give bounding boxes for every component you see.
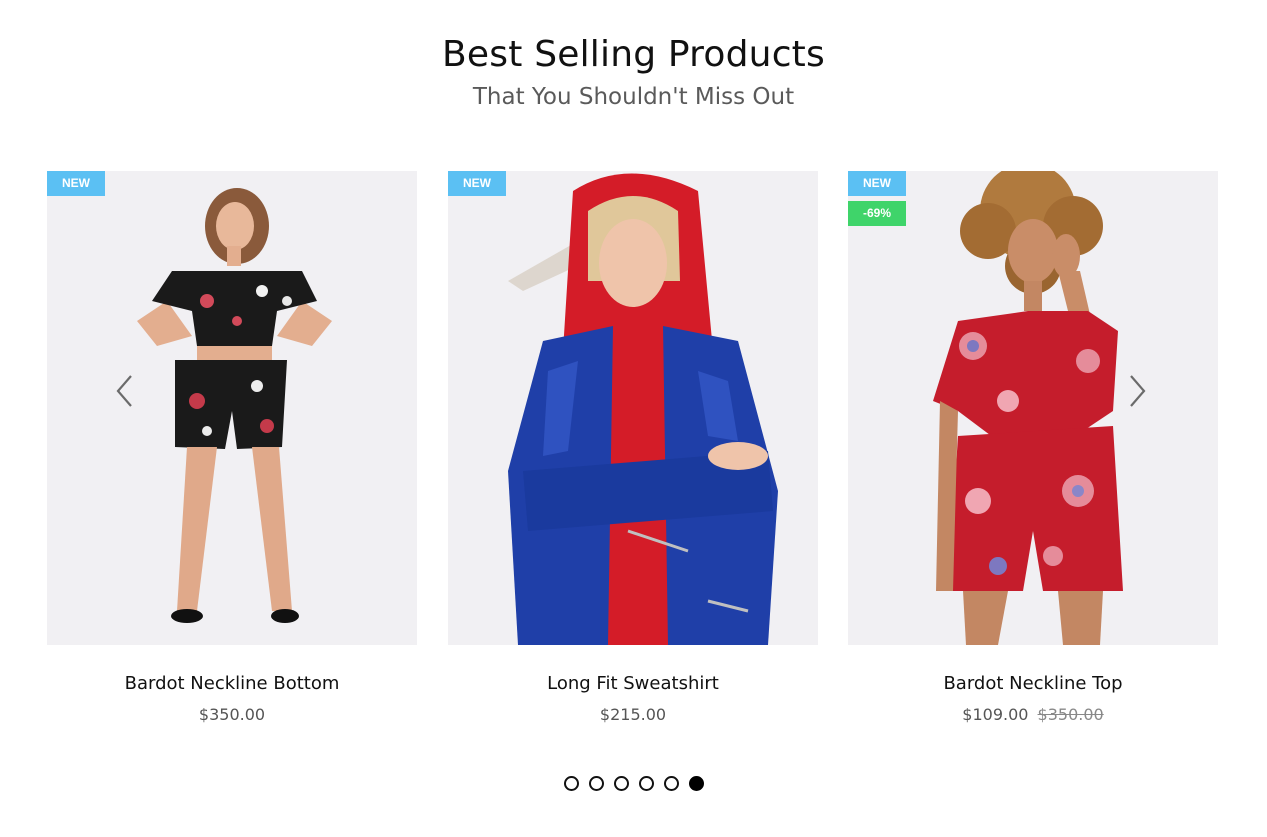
old-price: $350.00 <box>1037 705 1104 724</box>
carousel-prev-button[interactable] <box>111 373 141 409</box>
product-photo-floral-two-piece <box>47 171 417 645</box>
pagination-dot[interactable] <box>663 776 679 791</box>
carousel-next-button[interactable] <box>1123 373 1153 409</box>
carousel-pagination <box>0 776 1267 791</box>
best-selling-section: Best Selling Products That You Shouldn't… <box>0 0 1267 837</box>
product-photo-leather-jacket-hoodie <box>448 171 818 645</box>
current-price: $350.00 <box>198 705 266 724</box>
product-price: $350.00 <box>47 704 417 726</box>
product-price: $215.00 <box>448 704 818 726</box>
product-carousel: NEW Bardot Neckline Bottom $350.00 NEW L… <box>47 171 1218 731</box>
section-subtitle: That You Shouldn't Miss Out <box>472 84 795 110</box>
chevron-left-icon <box>116 375 132 407</box>
product-name[interactable]: Bardot Neckline Bottom <box>47 672 417 696</box>
new-badge: NEW <box>448 171 506 196</box>
current-price: $215.00 <box>599 705 667 724</box>
pagination-dot[interactable] <box>588 776 604 791</box>
product-photo-floral-romper <box>848 171 1218 645</box>
new-badge: NEW <box>848 171 906 196</box>
product-card[interactable]: NEW Long Fit Sweatshirt $215.00 <box>448 171 818 726</box>
section-title: Best Selling Products <box>442 34 825 75</box>
discount-badge: -69% <box>848 201 907 226</box>
pagination-dot-active[interactable] <box>688 776 704 791</box>
pagination-dot[interactable] <box>638 776 654 791</box>
product-image[interactable]: NEW -69% <box>848 171 1218 645</box>
chevron-right-icon <box>1130 375 1146 407</box>
section-heading: Best Selling Products That You Shouldn't… <box>0 32 1267 112</box>
product-name[interactable]: Long Fit Sweatshirt <box>448 672 818 696</box>
product-name[interactable]: Bardot Neckline Top <box>848 672 1218 696</box>
product-price: $109.00 $350.00 <box>848 704 1218 726</box>
product-image[interactable]: NEW <box>47 171 417 645</box>
product-image[interactable]: NEW <box>448 171 818 645</box>
product-card[interactable]: NEW Bardot Neckline Bottom $350.00 <box>47 171 417 726</box>
current-price: $109.00 <box>962 705 1029 724</box>
pagination-dot[interactable] <box>563 776 579 791</box>
new-badge: NEW <box>47 171 105 196</box>
product-card[interactable]: NEW -69% Bardot Neckline Top $109.00 $35… <box>848 171 1218 726</box>
pagination-dot[interactable] <box>613 776 629 791</box>
